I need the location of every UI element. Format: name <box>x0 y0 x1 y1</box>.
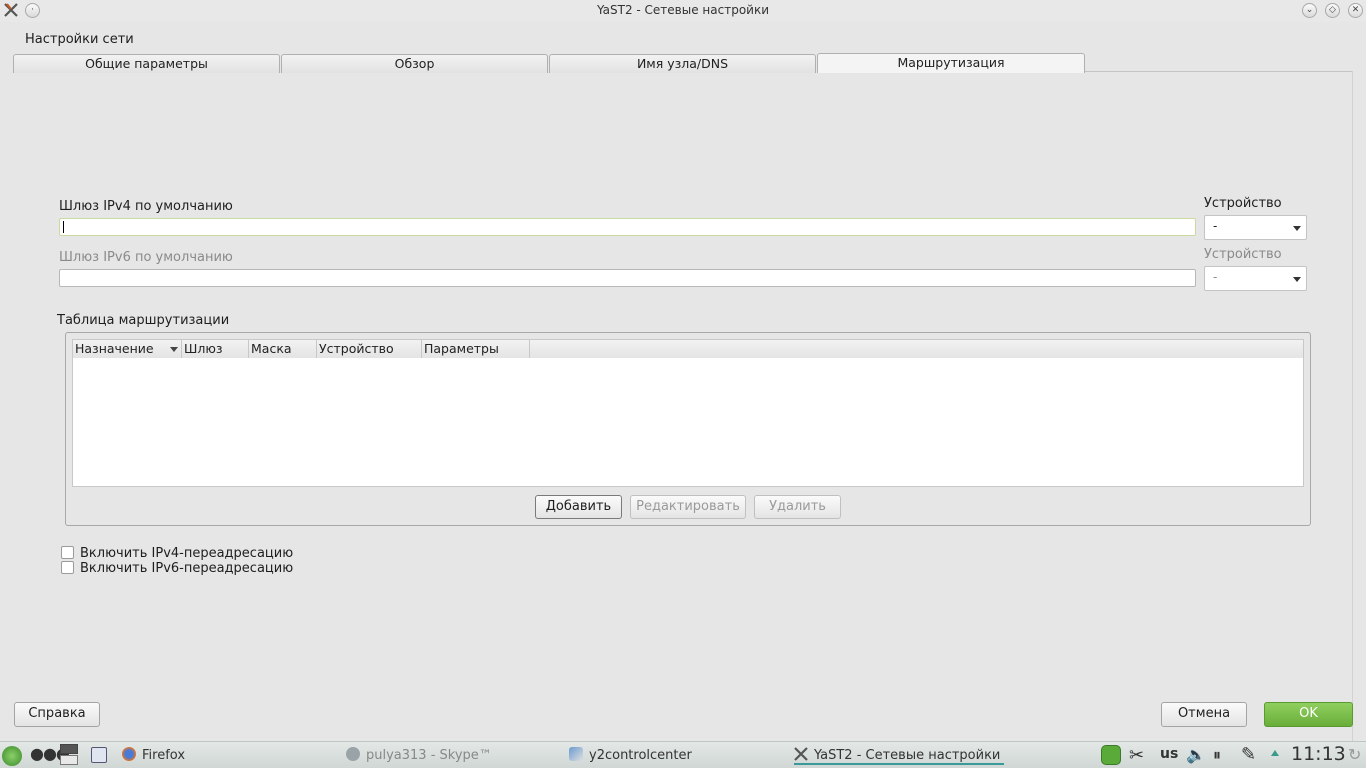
window-titlebar: · YaST2 - Сетевые настройки ⌄ ◇ ✕ <box>0 0 1366 22</box>
chevron-down-icon <box>1293 277 1301 282</box>
ipv4-gateway-label: Шлюз IPv4 по умолчанию <box>59 199 233 214</box>
firefox-icon <box>122 747 136 761</box>
ipv4-device-select[interactable]: - <box>1204 215 1307 240</box>
activity-icon[interactable]: ↻ <box>1348 745 1361 764</box>
clock[interactable]: 11:13 <box>1291 743 1346 765</box>
column-header-destination[interactable]: Назначение <box>73 340 182 358</box>
task-label: YaST2 - Сетевые настройки <box>814 748 1001 763</box>
edit-button[interactable]: Редактировать <box>630 495 746 519</box>
notes-icon[interactable] <box>91 747 107 763</box>
ipv6-device-select[interactable]: - <box>1204 266 1307 291</box>
tab-routing[interactable]: Маршрутизация <box>817 53 1085 73</box>
column-header-options[interactable]: Параметры <box>422 340 530 358</box>
add-button[interactable]: Добавить <box>535 495 622 519</box>
network-connection-icon[interactable]: ⏸ <box>1213 745 1221 765</box>
taskbar: ●●● Firefox pulya313 - Skype™ y2controlc… <box>0 741 1366 768</box>
desktop-pager-icon[interactable] <box>60 744 78 766</box>
routing-table[interactable]: Назначение Шлюз Маска Устройство Парамет… <box>72 339 1304 487</box>
column-header-mask[interactable]: Маска <box>249 340 317 358</box>
yast-icon <box>794 747 808 761</box>
skype-icon <box>346 747 360 761</box>
ipv4-gateway-input[interactable] <box>59 218 1196 236</box>
maximize-icon[interactable]: ◇ <box>1325 3 1340 18</box>
chevron-down-icon <box>1293 226 1301 231</box>
task-label: y2controlcenter <box>589 748 692 763</box>
updater-icon[interactable] <box>1101 745 1121 765</box>
tab-hostname-dns[interactable]: Имя узла/DNS <box>549 54 816 73</box>
ipv6-device-value: - <box>1213 270 1218 284</box>
panel-right-border <box>1352 71 1353 741</box>
task-y2controlcenter[interactable]: y2controlcenter <box>569 747 692 765</box>
ipv4-forwarding-checkbox[interactable] <box>61 546 74 559</box>
window-title: YaST2 - Сетевые настройки <box>596 3 770 17</box>
sort-arrow-icon <box>170 347 178 352</box>
close-icon[interactable]: ✕ <box>1348 3 1363 18</box>
tab-baseline <box>1085 71 1353 72</box>
start-menu-icon[interactable] <box>2 746 22 766</box>
ipv6-gateway-label: Шлюз IPv6 по умолчанию <box>59 250 233 265</box>
column-header-gateway[interactable]: Шлюз <box>182 340 249 358</box>
control-center-icon <box>569 747 583 761</box>
task-skype[interactable]: pulya313 - Skype™ <box>346 747 492 765</box>
ipv6-forwarding-checkbox[interactable] <box>61 561 74 574</box>
routing-table-title: Таблица маршрутизации <box>57 313 230 328</box>
task-yast2-network[interactable]: YaST2 - Сетевые настройки <box>794 747 1004 765</box>
minimize-icon[interactable]: ⌄ <box>1302 3 1317 18</box>
ipv4-device-value: - <box>1213 219 1218 233</box>
page-title: Настройки сети <box>25 32 134 47</box>
ipv6-forwarding-label[interactable]: Включить IPv6-переадресацию <box>80 561 293 576</box>
column-header-label: Назначение <box>75 341 154 356</box>
network-tool-icon[interactable]: ✂ <box>1129 745 1144 766</box>
text-cursor <box>63 221 64 233</box>
tab-general[interactable]: Общие параметры <box>13 54 280 73</box>
tray-expand-icon[interactable] <box>1271 750 1279 756</box>
keyboard-layout-indicator[interactable]: us <box>1160 746 1178 762</box>
ipv6-device-label: Устройство <box>1204 247 1282 262</box>
power-plug-icon[interactable]: ✎ <box>1241 744 1256 765</box>
column-header-device[interactable]: Устройство <box>317 340 422 358</box>
delete-button[interactable]: Удалить <box>754 495 841 519</box>
volume-icon[interactable]: 🔈 <box>1186 745 1206 764</box>
ipv6-gateway-input[interactable] <box>59 269 1196 287</box>
task-label: Firefox <box>142 748 186 763</box>
task-firefox[interactable]: Firefox <box>122 747 185 765</box>
ok-button[interactable]: OK <box>1264 702 1353 727</box>
help-button[interactable]: Справка <box>14 702 100 727</box>
task-label: pulya313 - Skype™ <box>366 748 492 763</box>
cancel-button[interactable]: Отмена <box>1161 702 1247 727</box>
ipv4-forwarding-label[interactable]: Включить IPv4-переадресацию <box>80 546 293 561</box>
tab-overview[interactable]: Обзор <box>281 54 548 73</box>
table-header: Назначение Шлюз Маска Устройство Парамет… <box>73 340 1303 358</box>
ipv4-device-label: Устройство <box>1204 196 1282 211</box>
